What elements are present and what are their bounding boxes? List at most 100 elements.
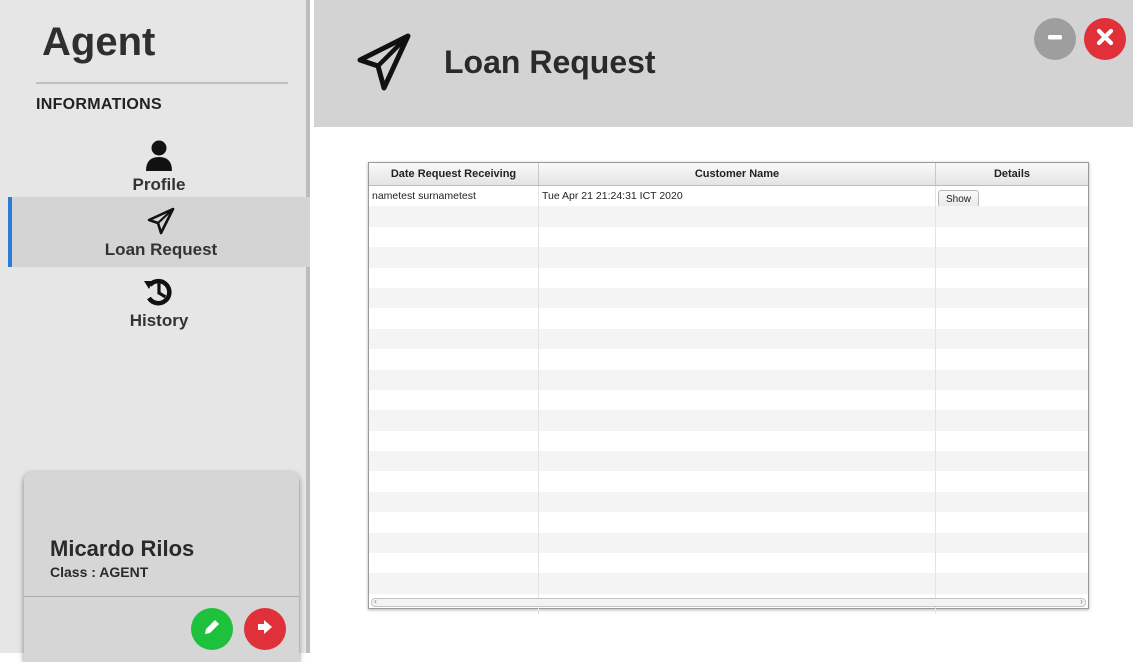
table-row-empty: [369, 573, 1088, 594]
sidebar-item-label: Loan Request: [104, 240, 218, 259]
table-cell: [369, 491, 539, 513]
close-icon: [1095, 27, 1115, 52]
sidebar-item-loan-request[interactable]: Loan Request: [8, 197, 310, 267]
table-row-empty: [369, 349, 1088, 370]
table-row-empty: [369, 226, 1088, 248]
table-cell: [539, 553, 936, 574]
table-row-empty: [369, 206, 1088, 227]
sidebar-item-history[interactable]: History: [8, 268, 310, 338]
table-row[interactable]: nametest surnametest Tue Apr 21 21:24:31…: [369, 186, 1088, 207]
table-row-empty: [369, 267, 1088, 288]
minus-icon: [1045, 27, 1065, 52]
user-card: Micardo Rilos Class : AGENT: [24, 472, 299, 662]
table-row-empty: [369, 389, 1088, 411]
table-row-empty: [369, 553, 1088, 574]
table-cell: [936, 492, 1088, 512]
user-icon: [142, 139, 176, 173]
table-row-empty: [369, 491, 1088, 513]
table-cell: [936, 390, 1088, 410]
table-cell: [369, 226, 539, 248]
table-row-empty: [369, 287, 1088, 309]
table-row-empty: [369, 369, 1088, 390]
table-cell: [539, 532, 936, 554]
table-row-empty: [369, 430, 1088, 452]
table-cell: [369, 451, 539, 472]
table-row-empty: [369, 471, 1088, 492]
table-cell: [539, 206, 936, 227]
loan-request-table: Date Request Receiving Customer Name Det…: [368, 162, 1089, 615]
sign-out-icon: [255, 617, 275, 642]
sidebar: Agent INFORMATIONS Profile Loan Request: [0, 0, 310, 662]
table-cell: [936, 329, 1088, 349]
table-cell: [936, 451, 1088, 471]
table-cell: [936, 227, 1088, 247]
minimize-button[interactable]: [1034, 18, 1076, 60]
table-row-empty: [369, 532, 1088, 554]
table-cell: [539, 267, 936, 288]
sidebar-item-label: Profile: [132, 175, 186, 194]
table-cell: [369, 389, 539, 411]
horizontal-scrollbar[interactable]: ‹ ›: [371, 596, 1086, 607]
table-row-empty: [369, 451, 1088, 472]
logout-button[interactable]: [244, 608, 286, 650]
table-cell: [936, 247, 1088, 267]
table-body: nametest surnametest Tue Apr 21 21:24:31…: [369, 186, 1088, 615]
table-cell: [369, 267, 539, 288]
table-cell: [369, 410, 539, 431]
table-cell: [539, 410, 936, 431]
table-cell: [539, 247, 936, 268]
table-cell: [369, 532, 539, 554]
column-header[interactable]: Date Request Receiving: [369, 163, 539, 185]
table-cell: [936, 471, 1088, 491]
table-cell: nametest surnametest: [369, 186, 539, 207]
page-header: Loan Request: [314, 0, 1133, 127]
paper-plane-icon: [144, 204, 178, 238]
table-cell: [539, 512, 936, 533]
scroll-left-icon[interactable]: ‹: [374, 596, 377, 606]
pencil-icon: [202, 617, 222, 642]
table-cell: [369, 206, 539, 227]
table-cell: [936, 370, 1088, 390]
edit-profile-button[interactable]: [191, 608, 233, 650]
table-row-empty: [369, 328, 1088, 350]
sidebar-item-profile[interactable]: Profile: [8, 132, 310, 202]
table-cell: [936, 349, 1088, 369]
table-cell: [936, 410, 1088, 430]
table-cell: [369, 573, 539, 594]
paper-plane-icon: [354, 30, 414, 94]
table-cell: [936, 288, 1088, 308]
table-cell: [539, 226, 936, 248]
table-cell: [539, 573, 936, 594]
table-cell: [936, 512, 1088, 532]
table-cell: [539, 491, 936, 513]
user-card-divider: [24, 596, 299, 597]
table-cell: [539, 308, 936, 329]
table-cell: [539, 430, 936, 452]
table-cell: [369, 349, 539, 370]
table-cell: [539, 369, 936, 390]
table-row-empty: [369, 410, 1088, 431]
show-details-button[interactable]: Show: [938, 190, 980, 207]
section-label: INFORMATIONS: [36, 96, 162, 113]
table-header: Date Request Receiving Customer Name Det…: [369, 163, 1088, 186]
sidebar-divider: [36, 82, 288, 84]
table-cell: [369, 471, 539, 492]
user-name: Micardo Rilos: [50, 536, 195, 561]
user-class: Class : AGENT: [50, 564, 149, 580]
page-title: Loan Request: [444, 44, 656, 80]
column-header[interactable]: Details: [936, 163, 1088, 185]
scroll-right-icon[interactable]: ›: [1080, 596, 1083, 606]
table-cell: [539, 389, 936, 411]
close-button[interactable]: [1084, 18, 1126, 60]
table-cell: [369, 430, 539, 452]
column-header[interactable]: Customer Name: [539, 163, 936, 185]
table-cell: [936, 268, 1088, 288]
table-cell: [539, 328, 936, 350]
table-cell: [936, 573, 1088, 593]
table-cell: [539, 471, 936, 492]
table-cell: [936, 533, 1088, 553]
sidebar-item-label: History: [129, 311, 189, 330]
table-cell: [539, 451, 936, 472]
table-cell: [369, 512, 539, 533]
table-cell: [936, 206, 1088, 226]
